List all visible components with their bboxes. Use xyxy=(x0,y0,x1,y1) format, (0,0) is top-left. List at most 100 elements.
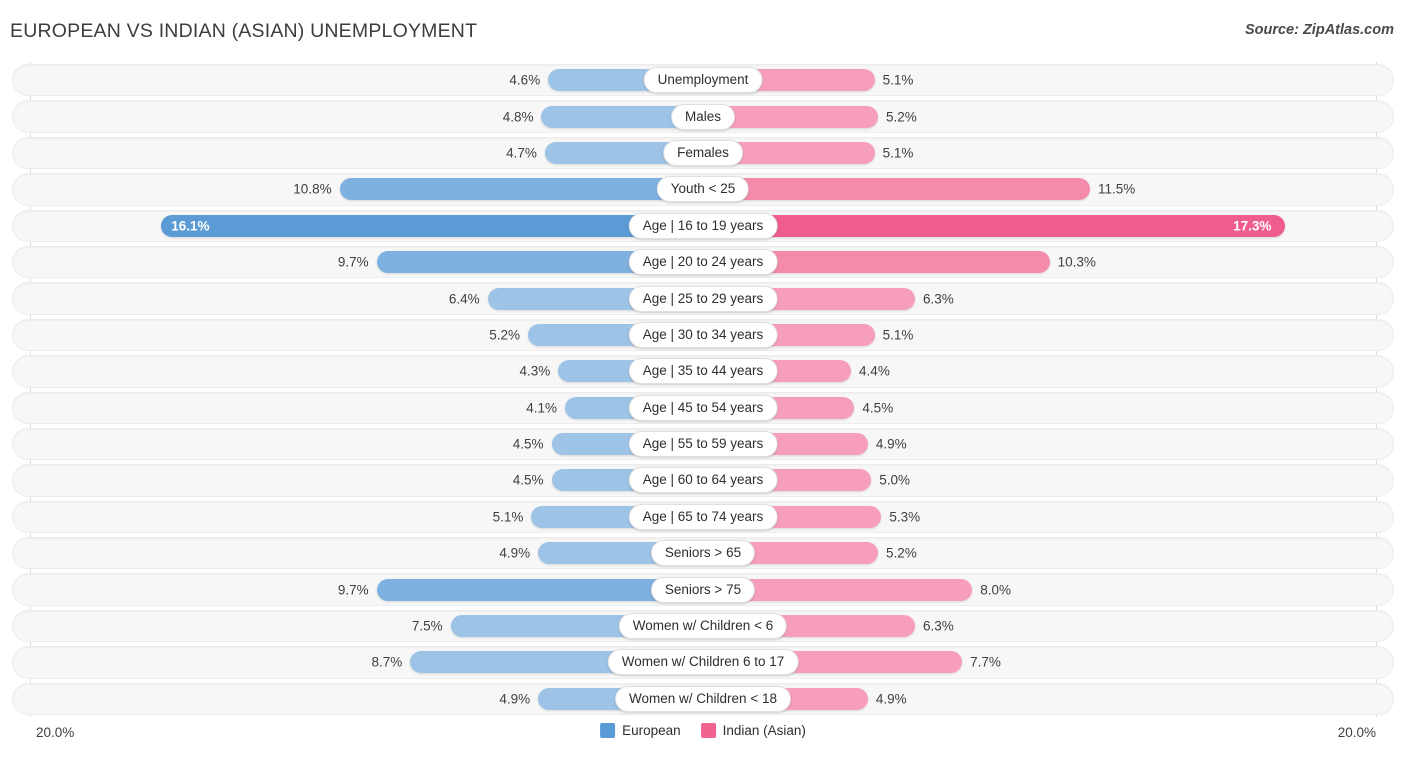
value-label-european: 4.9% xyxy=(499,691,531,707)
bar-wrapper: 5.1% 5.3% Age | 65 to 74 years xyxy=(0,499,1406,535)
category-label-pill: Age | 45 to 54 years xyxy=(628,394,778,421)
bar-row: 10.8% 11.5% Youth < 25 xyxy=(0,171,1406,207)
axis-label-left: 20.0% xyxy=(36,725,75,740)
bar-wrapper: 4.6% 5.1% Unemployment xyxy=(0,62,1406,98)
legend: European Indian (Asian) xyxy=(600,723,806,738)
category-label-pill: Age | 65 to 74 years xyxy=(628,503,778,530)
bar-indian-asian xyxy=(703,178,1090,201)
value-label-indian-asian: 8.0% xyxy=(980,582,1011,598)
category-label-pill: Age | 25 to 29 years xyxy=(628,285,778,312)
bar-row: 4.9% 4.9% Women w/ Children < 18 xyxy=(0,681,1406,717)
bar-row: 4.8% 5.2% Males xyxy=(0,98,1406,134)
bar-wrapper: 10.8% 11.5% Youth < 25 xyxy=(0,171,1406,207)
value-label-indian-asian: 6.3% xyxy=(922,618,954,634)
chart-footer: 20.0% European Indian (Asian) 20.0% xyxy=(0,717,1406,757)
category-label-pill: Age | 20 to 24 years xyxy=(628,249,778,276)
bar-wrapper: 4.3% 4.4% Age | 35 to 44 years xyxy=(0,353,1406,389)
value-label-indian-asian: 5.3% xyxy=(889,509,921,525)
chart-container: EUROPEAN VS INDIAN (ASIAN) UNEMPLOYMENT … xyxy=(0,0,1406,757)
bar-indian-asian xyxy=(703,214,1286,237)
value-label-indian-asian: 11.5% xyxy=(1097,181,1136,197)
axis-label-right: 20.0% xyxy=(1337,725,1376,740)
bar-wrapper: 5.2% 5.1% Age | 30 to 34 years xyxy=(0,317,1406,353)
bar-row: 4.3% 4.4% Age | 35 to 44 years xyxy=(0,353,1406,389)
value-label-indian-asian: 4.9% xyxy=(875,436,907,452)
value-label-european: 4.1% xyxy=(526,400,558,416)
legend-item[interactable]: European xyxy=(600,723,681,738)
category-label-pill: Females xyxy=(663,139,743,166)
value-label-european: 5.1% xyxy=(492,509,524,525)
value-label-european: 9.7% xyxy=(337,254,369,270)
category-label-pill: Women w/ Children < 18 xyxy=(615,685,791,712)
value-label-european: 4.5% xyxy=(512,436,544,452)
category-label-pill: Males xyxy=(670,103,736,130)
bar-wrapper: 9.7% 10.3% Age | 20 to 24 years xyxy=(0,244,1406,280)
value-label-indian-asian: 6.3% xyxy=(922,291,954,307)
bar-row: 9.7% 8.0% Seniors > 75 xyxy=(0,571,1406,607)
value-label-european: 8.7% xyxy=(371,654,403,670)
bar-row: 4.7% 5.1% Females xyxy=(0,135,1406,171)
value-label-european: 9.7% xyxy=(337,582,369,598)
value-label-european: 4.9% xyxy=(499,545,531,561)
bar-row: 16.1% 17.3% Age | 16 to 19 years xyxy=(0,208,1406,244)
value-label-indian-asian: 5.2% xyxy=(885,545,917,561)
legend-label: Indian (Asian) xyxy=(722,723,806,738)
category-label-pill: Seniors > 75 xyxy=(650,576,756,603)
bar-row: 4.6% 5.1% Unemployment xyxy=(0,62,1406,98)
bar-wrapper: 4.1% 4.5% Age | 45 to 54 years xyxy=(0,390,1406,426)
category-label-pill: Women w/ Children < 6 xyxy=(618,613,788,640)
value-label-european: 6.4% xyxy=(448,291,480,307)
value-label-european: 4.7% xyxy=(506,145,537,161)
source-attribution: Source: ZipAtlas.com xyxy=(1244,22,1394,38)
value-label-european: 4.5% xyxy=(512,472,544,488)
value-label-indian-asian: 17.3% xyxy=(1233,218,1272,234)
category-label-pill: Age | 55 to 59 years xyxy=(628,431,778,458)
bar-row: 4.9% 5.2% Seniors > 65 xyxy=(0,535,1406,571)
value-label-indian-asian: 4.5% xyxy=(862,400,894,416)
value-label-indian-asian: 4.4% xyxy=(859,363,890,379)
legend-swatch-icon xyxy=(700,723,716,738)
bar-row: 4.5% 4.9% Age | 55 to 59 years xyxy=(0,426,1406,462)
legend-swatch-icon xyxy=(600,723,616,738)
bar-wrapper: 4.8% 5.2% Males xyxy=(0,98,1406,134)
bar-row: 7.5% 6.3% Women w/ Children < 6 xyxy=(0,608,1406,644)
value-label-european: 4.3% xyxy=(519,363,551,379)
value-label-european: 4.6% xyxy=(509,72,541,88)
category-label-pill: Women w/ Children 6 to 17 xyxy=(607,649,799,676)
bar-row: 6.4% 6.3% Age | 25 to 29 years xyxy=(0,280,1406,316)
bar-wrapper: 4.5% 5.0% Age | 60 to 64 years xyxy=(0,462,1406,498)
value-label-indian-asian: 7.7% xyxy=(970,654,1001,670)
category-label-pill: Age | 60 to 64 years xyxy=(628,467,778,494)
bar-wrapper: 16.1% 17.3% Age | 16 to 19 years xyxy=(0,208,1406,244)
value-label-indian-asian: 5.2% xyxy=(885,109,917,125)
legend-label: European xyxy=(622,723,681,738)
value-label-indian-asian: 5.0% xyxy=(879,472,911,488)
bar-row: 9.7% 10.3% Age | 20 to 24 years xyxy=(0,244,1406,280)
value-label-european: 4.8% xyxy=(502,109,534,125)
value-label-indian-asian: 4.9% xyxy=(875,691,907,707)
bar-row: 5.2% 5.1% Age | 30 to 34 years xyxy=(0,317,1406,353)
value-label-european: 7.5% xyxy=(411,618,443,634)
bar-wrapper: 4.9% 4.9% Women w/ Children < 18 xyxy=(0,681,1406,717)
page-title: EUROPEAN VS INDIAN (ASIAN) UNEMPLOYMENT xyxy=(10,20,478,42)
bar-wrapper: 9.7% 8.0% Seniors > 75 xyxy=(0,571,1406,607)
bar-european xyxy=(339,178,703,201)
category-label-pill: Unemployment xyxy=(643,67,763,94)
bar-wrapper: 7.5% 6.3% Women w/ Children < 6 xyxy=(0,608,1406,644)
bar-wrapper: 4.5% 4.9% Age | 55 to 59 years xyxy=(0,426,1406,462)
value-label-european: 16.1% xyxy=(171,218,210,234)
category-label-pill: Youth < 25 xyxy=(656,176,750,203)
value-label-european: 10.8% xyxy=(293,181,332,197)
value-label-indian-asian: 5.1% xyxy=(882,145,914,161)
value-label-european: 5.2% xyxy=(489,327,521,343)
plot-area: 4.6% 5.1% Unemployment 4.8% 5.2% Males 4.7% 5.1… xyxy=(0,62,1406,717)
bar-european xyxy=(161,214,703,237)
legend-item[interactable]: Indian (Asian) xyxy=(700,723,806,738)
bar-wrapper: 6.4% 6.3% Age | 25 to 29 years xyxy=(0,280,1406,316)
bar-rows: 4.6% 5.1% Unemployment 4.8% 5.2% Males 4.7% 5.1… xyxy=(0,62,1406,717)
category-label-pill: Age | 30 to 34 years xyxy=(628,321,778,348)
category-label-pill: Age | 35 to 44 years xyxy=(628,358,778,385)
value-label-indian-asian: 5.1% xyxy=(882,327,914,343)
chart-header: EUROPEAN VS INDIAN (ASIAN) UNEMPLOYMENT … xyxy=(0,0,1406,62)
bar-wrapper: 4.9% 5.2% Seniors > 65 xyxy=(0,535,1406,571)
